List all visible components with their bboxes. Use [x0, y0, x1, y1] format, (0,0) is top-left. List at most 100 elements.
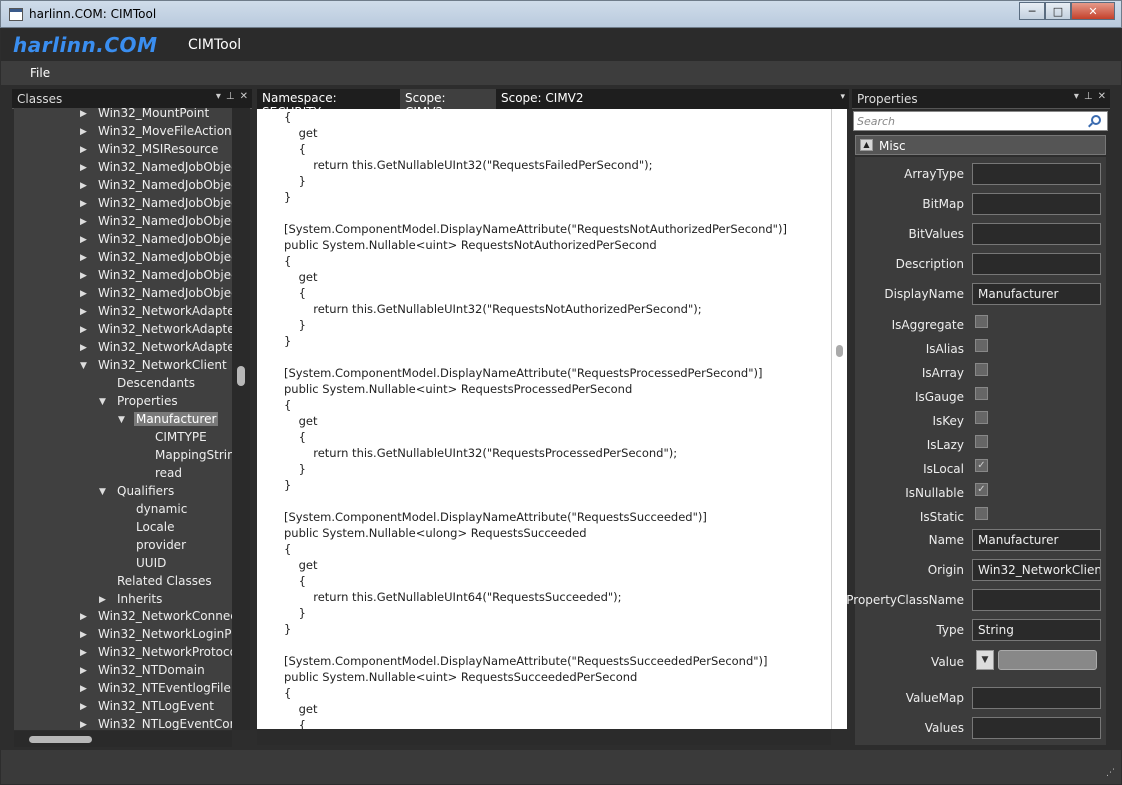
tree-item[interactable]: ▼ Manufacturer — [118, 412, 219, 429]
collapse-icon[interactable]: ▲ — [860, 139, 873, 151]
tree-item[interactable]: ▶ Win32_NetworkAdapterC — [80, 322, 232, 339]
resize-grip-icon[interactable]: ⋰ — [1106, 768, 1115, 778]
expand-right-icon[interactable]: ▶ — [80, 289, 87, 299]
editor-horizontal-scrollbar[interactable] — [257, 729, 831, 745]
tree-item[interactable]: read — [153, 466, 184, 483]
pin-icon[interactable]: ⊥ — [1084, 91, 1093, 102]
tab[interactable]: Namespace: SECURITY — [257, 89, 400, 119]
value-dropdown-icon[interactable]: ▼ — [976, 650, 994, 670]
expand-right-icon[interactable]: ▶ — [80, 235, 87, 245]
pin-icon[interactable]: ⊥ — [226, 91, 235, 102]
expand-right-icon[interactable]: ▶ — [80, 127, 87, 137]
property-value-field[interactable] — [972, 163, 1101, 185]
property-value-field[interactable] — [972, 253, 1101, 275]
property-checkbox[interactable] — [975, 315, 988, 328]
tree-item[interactable]: ▶ Inherits — [99, 592, 164, 609]
expand-right-icon[interactable]: ▶ — [80, 666, 87, 676]
property-checkbox[interactable] — [975, 435, 988, 448]
minimize-button[interactable]: ─ — [1019, 2, 1045, 20]
tree-item[interactable]: MappingStrings — [153, 448, 232, 465]
property-checkbox[interactable] — [975, 507, 988, 520]
tree-item[interactable]: CIMTYPE — [153, 430, 209, 447]
expand-down-icon[interactable]: ▼ — [99, 487, 106, 497]
property-checkbox[interactable] — [975, 339, 988, 352]
tree-horizontal-scrollbar[interactable] — [14, 731, 232, 747]
tree-item[interactable]: ▼ Win32_NetworkClient — [80, 358, 229, 375]
expand-right-icon[interactable]: ▶ — [80, 217, 87, 227]
tree-item[interactable]: ▶ Win32_NamedJobObject — [80, 250, 232, 267]
expand-right-icon[interactable]: ▶ — [80, 181, 87, 191]
property-value-field[interactable] — [972, 223, 1101, 245]
tree-item[interactable]: ▶ Win32_NTDomain — [80, 663, 207, 680]
expand-right-icon[interactable]: ▶ — [80, 109, 87, 119]
tree-item[interactable]: ▶ Win32_NetworkProtocol — [80, 645, 232, 662]
panel-dropdown-icon[interactable]: ▾ — [1074, 91, 1079, 102]
expand-down-icon[interactable]: ▼ — [99, 397, 106, 407]
expand-right-icon[interactable]: ▶ — [80, 702, 87, 712]
maximize-button[interactable]: □ — [1045, 2, 1071, 20]
tree-vscroll-thumb[interactable] — [237, 366, 245, 386]
tabs-dropdown-icon[interactable]: ▾ — [840, 92, 845, 102]
property-value-field[interactable]: String — [972, 619, 1101, 641]
tree-item[interactable]: ▶ Win32_NetworkAdapter — [80, 304, 232, 321]
tree-item[interactable]: Related Classes — [115, 574, 214, 591]
tree-item[interactable]: UUID — [134, 556, 168, 573]
expand-right-icon[interactable]: ▶ — [80, 271, 87, 281]
property-value-field[interactable] — [972, 193, 1101, 215]
tree-item[interactable]: ▶ Win32_NamedJobObject — [80, 232, 232, 249]
property-value-field[interactable]: Manufacturer — [972, 283, 1101, 305]
code-editor[interactable]: { get { return this.GetNullableUInt32("R… — [257, 109, 831, 729]
tree-item[interactable]: ▶ Win32_NamedJobObject — [80, 196, 232, 213]
property-value-field[interactable] — [972, 687, 1101, 709]
tree-item[interactable]: ▶ Win32_MountPoint — [80, 108, 211, 123]
value-editor[interactable] — [998, 650, 1097, 670]
panel-dropdown-icon[interactable]: ▾ — [216, 91, 221, 102]
category-misc[interactable]: ▲ Misc — [855, 135, 1106, 155]
expand-right-icon[interactable]: ▶ — [99, 595, 106, 605]
close-icon[interactable]: ✕ — [240, 91, 248, 102]
property-checkbox[interactable] — [975, 411, 988, 424]
editor-vertical-scrollbar[interactable] — [831, 109, 847, 729]
expand-right-icon[interactable]: ▶ — [80, 343, 87, 353]
tree-item[interactable]: provider — [134, 538, 188, 555]
tree-item[interactable]: ▶ Win32_NamedJobObject — [80, 268, 232, 285]
expand-down-icon[interactable]: ▼ — [118, 415, 125, 425]
tree-item[interactable]: ▶ Win32_NamedJobObject — [80, 160, 232, 177]
expand-right-icon[interactable]: ▶ — [80, 612, 87, 622]
property-checkbox[interactable] — [975, 387, 988, 400]
tab[interactable]: Scope: CIMV2 — [496, 89, 592, 109]
tree-item[interactable]: ▶ Win32_NamedJobObject — [80, 214, 232, 231]
menu-file[interactable]: File — [30, 66, 50, 80]
expand-right-icon[interactable]: ▶ — [80, 145, 87, 155]
tree-item[interactable]: ▶ Win32_NamedJobObject — [80, 178, 232, 195]
tree-item[interactable]: ▶ Win32_NTLogEvent — [80, 699, 216, 716]
expand-right-icon[interactable]: ▶ — [80, 307, 87, 317]
tree-item[interactable]: ▶ Win32_NetworkConnection — [80, 609, 232, 626]
expand-down-icon[interactable]: ▼ — [80, 361, 87, 371]
properties-search-input[interactable]: Search — [853, 111, 1108, 131]
expand-right-icon[interactable]: ▶ — [80, 253, 87, 263]
expand-right-icon[interactable]: ▶ — [80, 684, 87, 694]
tree-vertical-scrollbar[interactable] — [232, 108, 250, 730]
property-checkbox[interactable] — [975, 363, 988, 376]
property-checkbox[interactable]: ✓ — [975, 459, 988, 472]
classes-tree[interactable]: ▶ Win32_MountPoint ▶ Win32_MoveFileAction ▶ W… — [14, 108, 232, 730]
expand-right-icon[interactable]: ▶ — [80, 630, 87, 640]
tree-item[interactable]: ▼ Properties — [99, 394, 180, 411]
property-value-field[interactable] — [972, 589, 1101, 611]
expand-right-icon[interactable]: ▶ — [80, 325, 87, 335]
tree-item[interactable]: ▼ Qualifiers — [99, 484, 176, 501]
tree-hscroll-thumb[interactable] — [29, 736, 92, 743]
property-value-field[interactable]: Manufacturer — [972, 529, 1101, 551]
close-icon[interactable]: ✕ — [1098, 91, 1106, 102]
property-value-field[interactable]: Win32_NetworkClient — [972, 559, 1101, 581]
tree-item[interactable]: ▶ Win32_NamedJobObject — [80, 286, 232, 303]
search-icon[interactable] — [1091, 115, 1101, 125]
tab[interactable]: Scope: CIMV2✕ — [400, 89, 496, 119]
expand-right-icon[interactable]: ▶ — [80, 199, 87, 209]
tree-item[interactable]: Locale — [134, 520, 176, 537]
tree-item[interactable]: dynamic — [134, 502, 189, 519]
editor-vscroll-thumb[interactable] — [836, 345, 843, 357]
tree-item[interactable]: ▶ Win32_MoveFileAction — [80, 124, 232, 141]
tree-item[interactable]: ▶ Win32_MSIResource — [80, 142, 220, 159]
